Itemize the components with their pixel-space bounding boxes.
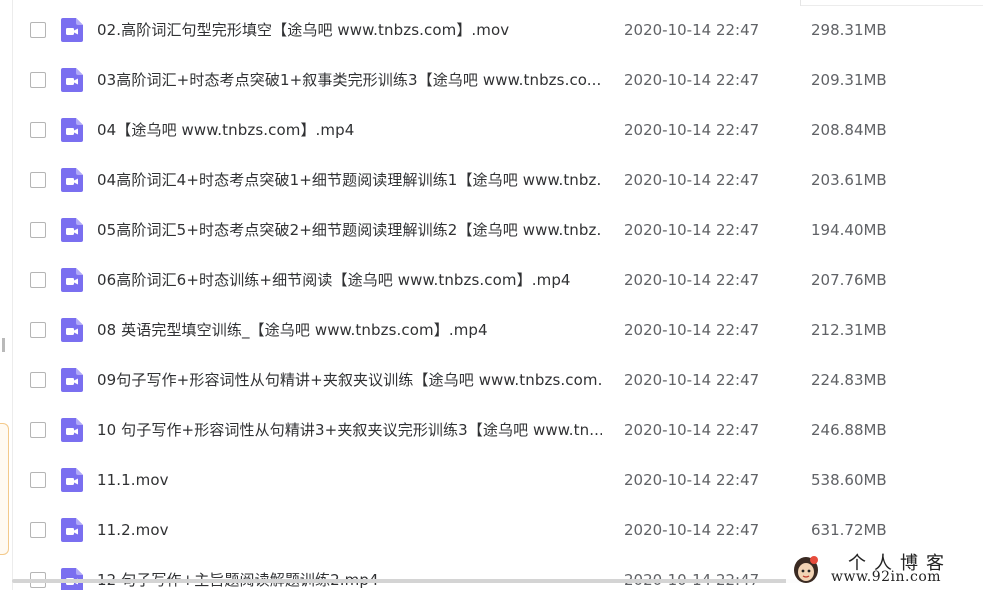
file-row[interactable]: 05高阶词汇5+时态考点突破2+细节题阅读理解训练2【途乌吧 www.tnbz.… (13, 205, 983, 255)
horizontal-scrollbar[interactable] (12, 579, 800, 583)
file-size: 212.31MB (811, 321, 887, 339)
file-row[interactable]: 02.高阶词汇句型完形填空【途乌吧 www.tnbzs.com】.mov 2020… (13, 5, 983, 55)
file-modified-date: 2020-10-14 22:47 (624, 321, 760, 339)
row-checkbox[interactable] (30, 122, 46, 138)
video-file-icon (61, 318, 83, 342)
video-file-icon (61, 468, 83, 492)
video-file-icon (61, 168, 83, 192)
file-name[interactable]: 11.1.mov (97, 470, 169, 490)
row-checkbox[interactable] (30, 322, 46, 338)
video-file-icon (61, 18, 83, 42)
file-name[interactable]: 09句子写作+形容词性从句精讲+夹叙夹议训练【途乌吧 www.tnbzs.com… (97, 370, 602, 390)
video-file-icon (61, 218, 83, 242)
file-row[interactable]: 04高阶词汇4+时态考点突破1+细节题阅读理解训练1【途乌吧 www.tnbz.… (13, 155, 983, 205)
file-name[interactable]: 10 句子写作+形容词性从句精讲3+夹叙夹议完形训练3【途乌吧 www.tn..… (97, 420, 602, 440)
row-checkbox[interactable] (30, 22, 46, 38)
row-checkbox[interactable] (30, 372, 46, 388)
row-checkbox[interactable] (30, 422, 46, 438)
file-name[interactable]: 04高阶词汇4+时态考点突破1+细节题阅读理解训练1【途乌吧 www.tnbz.… (97, 170, 602, 190)
file-row[interactable]: 04【途乌吧 www.tnbzs.com】.mp4 2020-10-14 22:4… (13, 105, 983, 155)
watermark-avatar-icon (794, 556, 818, 583)
row-checkbox[interactable] (30, 522, 46, 538)
file-modified-date: 2020-10-14 22:47 (624, 271, 760, 289)
file-name[interactable]: 08 英语完型填空训练_【途乌吧 www.tnbzs.com】.mp4 (97, 320, 488, 340)
watermark: 个人博客 www.92in.com (786, 547, 983, 590)
file-row[interactable]: 11.1.mov 2020-10-14 22:47 538.60MB (13, 455, 983, 505)
file-modified-date: 2020-10-14 22:47 (624, 371, 760, 389)
file-modified-date: 2020-10-14 22:47 (624, 221, 760, 239)
file-row[interactable]: 08 英语完型填空训练_【途乌吧 www.tnbzs.com】.mp4 2020-… (13, 305, 983, 355)
file-size: 224.83MB (811, 371, 887, 389)
file-size: 298.31MB (811, 21, 887, 39)
file-name[interactable]: 05高阶词汇5+时态考点突破2+细节题阅读理解训练2【途乌吧 www.tnbz.… (97, 220, 602, 240)
file-row[interactable]: 06高阶词汇6+时态训练+细节阅读【途乌吧 www.tnbzs.com】.mp4… (13, 255, 983, 305)
file-size: 246.88MB (811, 421, 887, 439)
file-name[interactable]: 04【途乌吧 www.tnbzs.com】.mp4 (97, 120, 354, 140)
file-modified-date: 2020-10-14 22:47 (624, 471, 760, 489)
file-modified-date: 2020-10-14 22:47 (624, 171, 760, 189)
file-row[interactable]: 03高阶词汇+时态考点突破1+叙事类完形训练3【途乌吧 www.tnbzs.co… (13, 55, 983, 105)
file-modified-date: 2020-10-14 22:47 (624, 21, 760, 39)
file-name[interactable]: 02.高阶词汇句型完形填空【途乌吧 www.tnbzs.com】.mov (97, 20, 509, 40)
row-checkbox[interactable] (30, 272, 46, 288)
video-file-icon (61, 518, 83, 542)
file-name[interactable]: 11.2.mov (97, 520, 169, 540)
file-modified-date: 2020-10-14 22:47 (624, 121, 760, 139)
file-size: 203.61MB (811, 171, 887, 189)
file-modified-date: 2020-10-14 22:47 (624, 421, 760, 439)
file-modified-date: 2020-10-14 22:47 (624, 521, 760, 539)
file-size: 538.60MB (811, 471, 887, 489)
row-checkbox[interactable] (30, 222, 46, 238)
file-size: 209.31MB (811, 71, 887, 89)
watermark-url: www.92in.com (831, 569, 942, 585)
file-size: 208.84MB (811, 121, 887, 139)
video-file-icon (61, 118, 83, 142)
video-file-icon (61, 68, 83, 92)
video-file-icon (61, 268, 83, 292)
video-file-icon (61, 418, 83, 442)
file-size: 207.76MB (811, 271, 887, 289)
file-row[interactable]: 09句子写作+形容词性从句精讲+夹叙夹议训练【途乌吧 www.tnbzs.com… (13, 355, 983, 405)
file-modified-date: 2020-10-14 22:47 (624, 71, 760, 89)
video-file-icon (61, 368, 83, 392)
file-list: 02.高阶词汇句型完形填空【途乌吧 www.tnbzs.com】.mov 2020… (0, 0, 983, 590)
file-name[interactable]: 06高阶词汇6+时态训练+细节阅读【途乌吧 www.tnbzs.com】.mp4 (97, 270, 571, 290)
file-name[interactable]: 03高阶词汇+时态考点突破1+叙事类完形训练3【途乌吧 www.tnbzs.co… (97, 70, 601, 90)
file-size: 194.40MB (811, 221, 887, 239)
row-checkbox[interactable] (30, 72, 46, 88)
file-size: 631.72MB (811, 521, 887, 539)
row-checkbox[interactable] (30, 172, 46, 188)
file-row[interactable]: 10 句子写作+形容词性从句精讲3+夹叙夹议完形训练3【途乌吧 www.tn..… (13, 405, 983, 455)
row-checkbox[interactable] (30, 472, 46, 488)
